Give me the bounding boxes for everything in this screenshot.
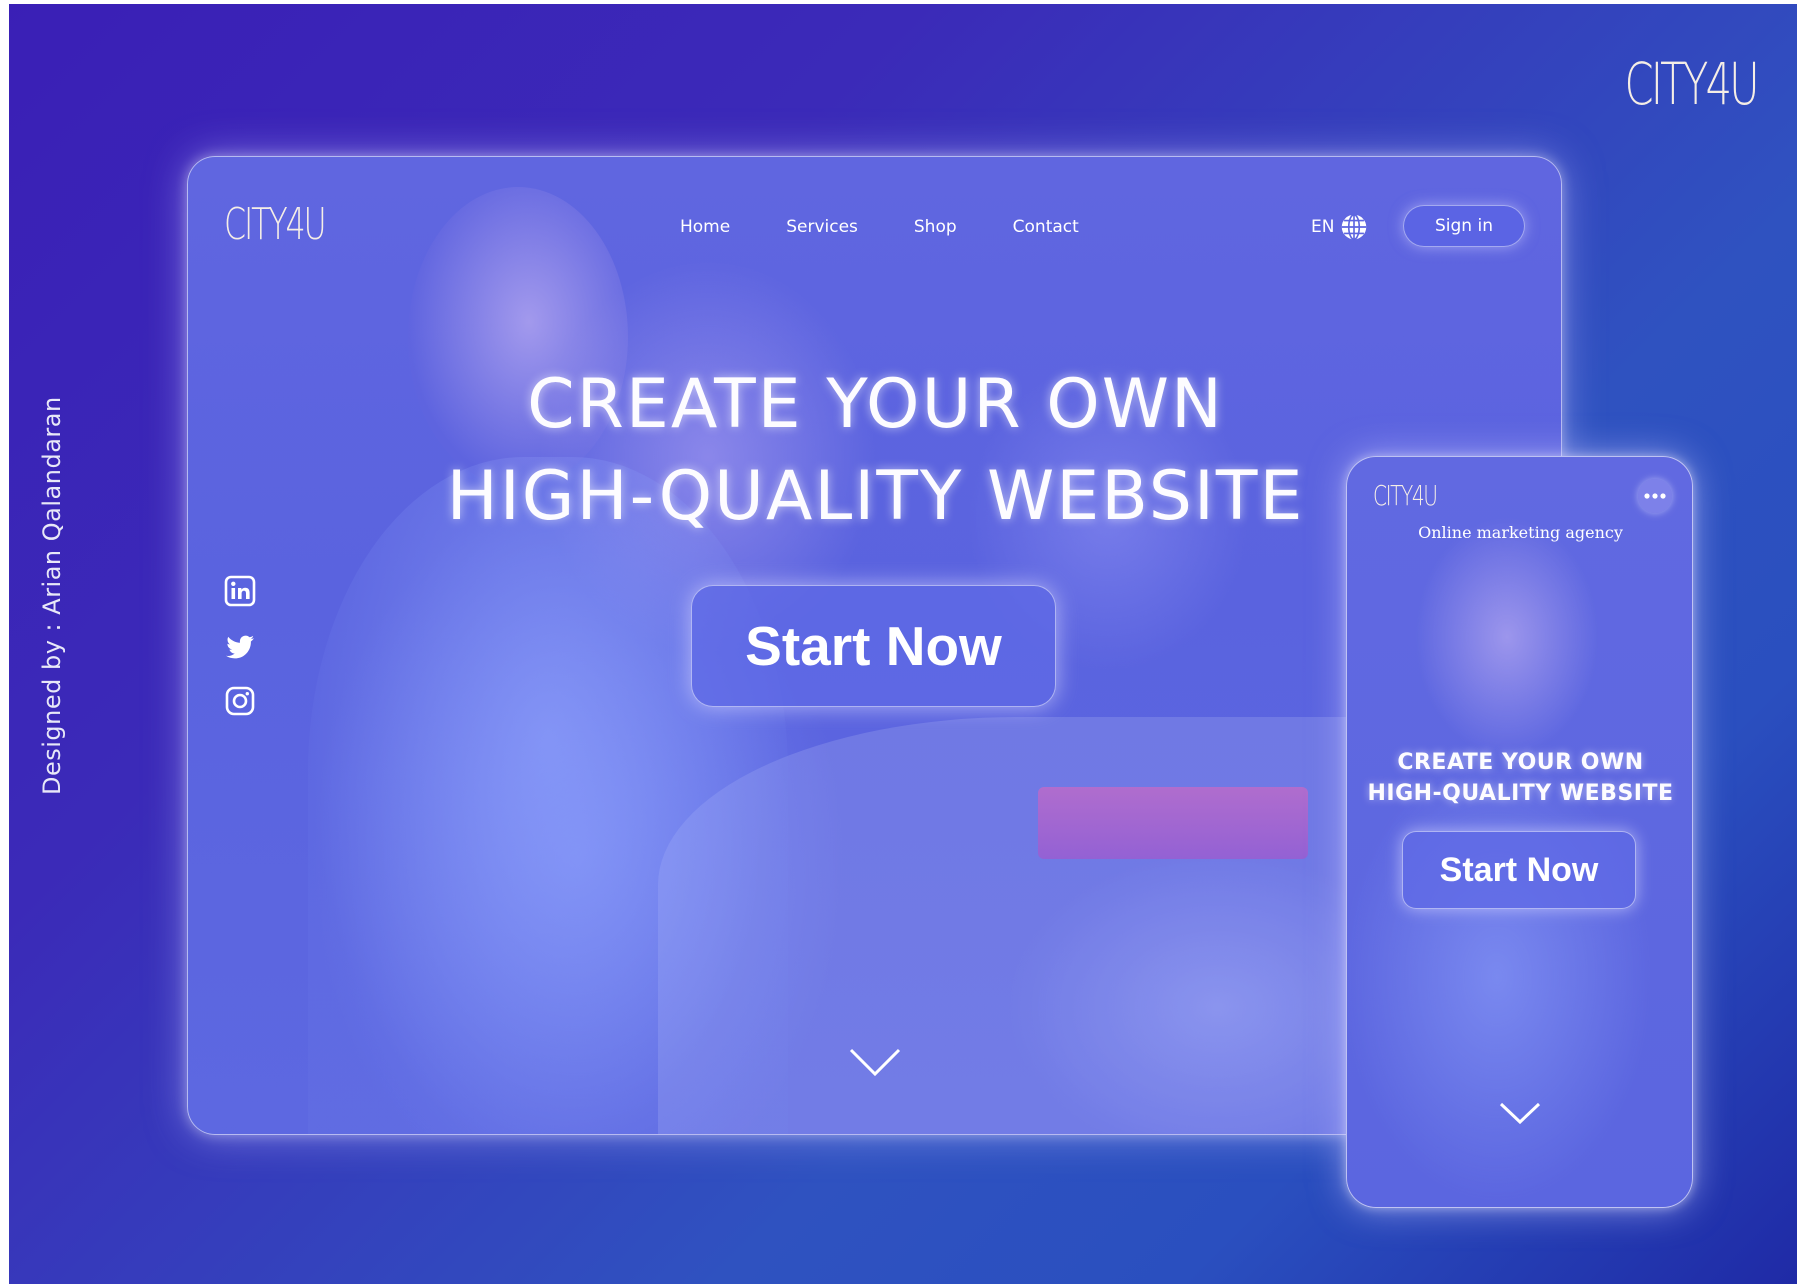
mobile-hero-line-1: CREATE YOUR OWN (1397, 750, 1644, 775)
nav-services[interactable]: Services (786, 217, 858, 237)
hero-line-1: CREATE YOUR OWN (527, 365, 1224, 444)
background-person-body (308, 457, 788, 1134)
nav-shop[interactable]: Shop (914, 217, 957, 237)
mobile-scroll-down-chevron-icon[interactable] (1498, 1101, 1542, 1125)
globe-icon (1342, 213, 1367, 241)
mobile-mockup: CITY4U Online marketing agency CREATE YO… (1346, 456, 1693, 1208)
language-label: EN (1311, 217, 1335, 237)
desktop-nav: Home Services Shop Contact (680, 217, 1079, 237)
mobile-start-now-button[interactable]: Start Now (1402, 831, 1636, 909)
nav-home[interactable]: Home (680, 217, 730, 237)
desktop-logo[interactable]: CITY4U (224, 199, 327, 250)
sign-in-button[interactable]: Sign in (1403, 205, 1525, 247)
mobile-hero-title: CREATE YOUR OWN HIGH-QUALITY WEBSITE (1347, 747, 1692, 809)
mobile-logo[interactable]: CITY4U (1373, 479, 1438, 512)
background-books (1038, 787, 1308, 859)
more-menu-button[interactable] (1638, 479, 1672, 513)
designer-credit: Designed by : Arian Qalandaran (38, 396, 66, 795)
top-border (0, 0, 1797, 4)
language-selector[interactable]: EN (1311, 213, 1368, 241)
left-border (0, 0, 9, 1284)
scroll-down-chevron-icon[interactable] (848, 1047, 902, 1077)
mobile-hero-line-2: HIGH-QUALITY WEBSITE (1367, 781, 1674, 806)
nav-contact[interactable]: Contact (1013, 217, 1079, 237)
start-now-button[interactable]: Start Now (691, 585, 1056, 707)
mobile-tagline: Online marketing agency (1418, 523, 1623, 542)
more-dots-icon (1644, 493, 1666, 499)
brand-logo: CITY4U (1624, 50, 1760, 118)
linkedin-icon[interactable] (224, 575, 256, 607)
twitter-icon[interactable] (224, 631, 256, 663)
instagram-icon[interactable] (224, 685, 256, 717)
